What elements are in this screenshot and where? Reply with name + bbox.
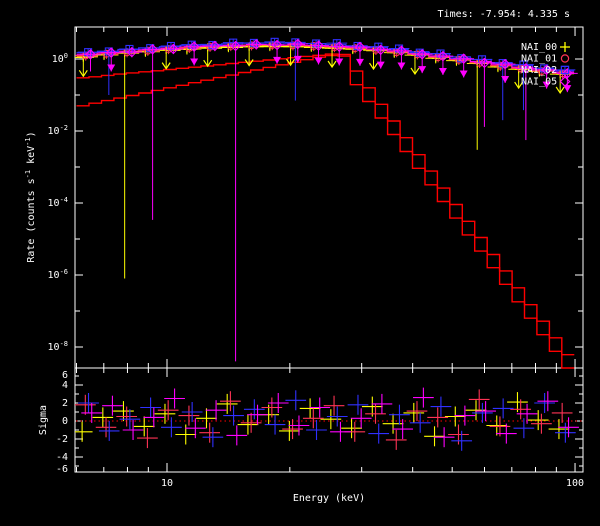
sigma-tick-label: 0 bbox=[62, 416, 68, 427]
upper-limit-arrow-icon bbox=[376, 61, 385, 69]
y-tick-label: 10-8 bbox=[48, 340, 68, 353]
y-axis-title: Rate (counts s-1​ keV-1​) bbox=[24, 131, 37, 262]
diamond-icon bbox=[559, 76, 571, 87]
series-data-NAI_00 bbox=[75, 41, 571, 279]
sigma-tick-label: -6 bbox=[56, 464, 68, 475]
circle-icon bbox=[560, 54, 570, 63]
x-axis-title: Energy (keV) bbox=[293, 493, 365, 504]
sigma-y-axis-ticks: -6-4 -2 0 2 46 bbox=[56, 370, 583, 475]
count-spectrum-chart: Times: -7.954: 4.335 s Energy (keV) 10 10… bbox=[24, 9, 584, 504]
y-tick-label: 100 bbox=[52, 52, 68, 65]
axis-titles: Rate (counts s-1​ keV-1​) Sigma bbox=[24, 131, 49, 435]
sigma-tick-label: -4 bbox=[56, 452, 68, 463]
upper-limit-arrow-icon bbox=[314, 57, 323, 65]
legend-item-NAI_01: NAI_01 bbox=[521, 54, 570, 65]
legend-label: NAI_02 bbox=[521, 65, 557, 76]
sigma-tick-label: 2 bbox=[62, 398, 68, 409]
legend-label: NAI_05 bbox=[521, 77, 557, 88]
upper-limit-arrow-icon bbox=[438, 67, 447, 75]
sigma-tick-label: 6 bbox=[62, 370, 68, 381]
upper-limit-arrow-icon bbox=[418, 66, 427, 74]
y-tick-label: 10-2 bbox=[48, 124, 68, 137]
sigma-tick-label: 4 bbox=[62, 380, 68, 391]
y-tick-label: 10-4 bbox=[48, 196, 68, 209]
y-tick-label: 10-6 bbox=[48, 268, 68, 281]
legend-label: NAI_01 bbox=[521, 54, 557, 65]
legend: NAI_00NAI_01NAI_02NAI_05 bbox=[521, 42, 571, 88]
upper-limit-arrow-icon bbox=[459, 70, 468, 78]
plot-area: 10 100 100 10-2 10-4 10-6 10-8 -6-4 -2 0 2 46 Rate (… bbox=[24, 26, 584, 489]
upper-limit-arrow-icon bbox=[190, 58, 199, 66]
legend-item-NAI_00: NAI_00 bbox=[521, 42, 570, 53]
spectral-fit-window: Times: -7.954: 4.335 s Energy (keV) 10 10… bbox=[0, 0, 600, 526]
upper-limit-arrow-icon bbox=[397, 62, 406, 70]
legend-label: NAI_00 bbox=[521, 42, 557, 53]
red-model-lower bbox=[76, 54, 575, 369]
upper-limit-arrow-icon bbox=[335, 58, 344, 66]
times-label: Times: -7.954: 4.335 s bbox=[438, 9, 570, 20]
x-tick-label: 10 bbox=[161, 478, 173, 489]
red-model-upper bbox=[76, 53, 575, 356]
red-steep-model bbox=[76, 53, 575, 369]
sigma-tick-label: -2 bbox=[56, 434, 68, 445]
upper-limit-arrow-icon bbox=[355, 58, 364, 66]
sigma-axis-title: Sigma bbox=[38, 405, 49, 435]
x-tick-label: 100 bbox=[566, 478, 584, 489]
